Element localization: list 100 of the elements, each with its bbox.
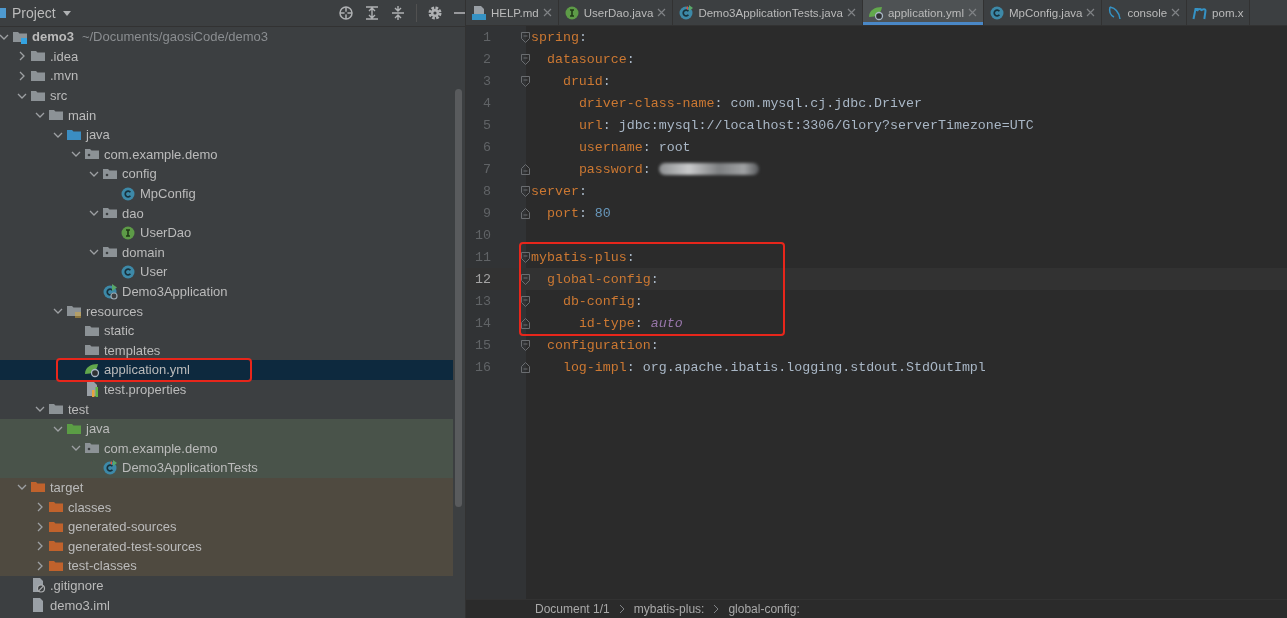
tree-item[interactable]: config [0,164,453,184]
file-icon [30,597,46,613]
panel-title[interactable]: Project [12,5,56,21]
item-name: src [50,88,68,104]
tree-item[interactable]: templates [0,340,453,361]
tree-item[interactable]: demo3 ~/Documents/gaosiCode/demo3 [0,27,453,47]
item-name: test [68,401,89,417]
panel-icon [0,6,6,20]
item-name: User [140,264,168,280]
tree-item[interactable]: test-classes [0,556,453,576]
tree-item[interactable]: test [0,399,453,419]
breadcrumb[interactable]: Document 1/1 [535,602,610,616]
tree-item[interactable]: .idea [0,46,453,67]
item-name: Demo3ApplicationTests [122,460,258,476]
code-line: mybatis-plus: [531,249,636,265]
editor-tab[interactable]: pom.x [1187,0,1251,25]
item-name: classes [68,499,112,515]
close-icon[interactable] [1086,8,1096,17]
tree-item[interactable]: java [0,124,453,145]
dropdown-caret-icon[interactable] [61,8,72,18]
tree-item[interactable]: application.yml [0,360,453,380]
scrollbar-thumb[interactable] [455,89,462,507]
console-icon [1107,4,1124,21]
settings-icon[interactable] [427,5,443,21]
tree-item[interactable]: Demo3Application [0,281,453,302]
editor-tab[interactable]: console [1102,0,1188,25]
class-icon [120,263,136,280]
fold-marker-icon[interactable] [521,75,530,87]
leaf-gear-icon [84,361,100,378]
editor-tab[interactable]: Demo3ApplicationTests.java [673,0,863,25]
fold-marker-icon[interactable] [521,295,530,307]
item-name: application.yml [104,362,190,378]
line-number: 12 [474,271,491,287]
item-name: com.example.demo [104,146,218,162]
editor-tab[interactable]: MpConfig.java [983,0,1103,25]
fold-end-icon[interactable] [521,361,530,373]
tree-item[interactable]: src [0,85,453,106]
item-name: com.example.demo [104,440,218,456]
tree-item[interactable]: MpConfig [0,183,453,204]
fold-marker-icon[interactable] [521,339,530,351]
editor-tab[interactable]: HELP.md [466,0,559,25]
code-line: server: [531,183,588,199]
tree-item[interactable]: .gitignore [0,575,453,596]
item-name: MpConfig [140,186,196,202]
fold-marker-icon[interactable] [521,53,530,65]
close-icon[interactable] [967,8,977,17]
item-name: .gitignore [50,577,104,593]
code-line: id-type: auto [577,315,684,331]
tree-item[interactable]: UserDao [0,222,453,243]
fold-end-icon[interactable] [521,163,530,175]
fold-marker-icon[interactable] [521,185,530,197]
tree-item[interactable]: Demo3ApplicationTests [0,458,453,478]
fold-marker-icon[interactable] [521,273,530,285]
code-line: global-config: [545,271,660,287]
code-line: configuration: [545,337,660,353]
fold-end-icon[interactable] [521,207,530,219]
item-name: domain [122,244,165,260]
tree-item[interactable]: static [0,320,453,341]
tree-item[interactable]: java [0,418,453,439]
fold-end-icon[interactable] [521,317,530,329]
chevron-icon [617,604,626,614]
code-line: url: jdbc:mysql://localhost:3306/Glory?serverTimezone=UTC [577,117,1035,133]
tree-item[interactable]: com.example.demo [0,144,453,165]
interface-icon [120,224,136,241]
item-name: java [86,421,110,437]
collapse-all-icon[interactable] [390,5,406,21]
editor-tab[interactable]: UserDao.java [558,0,674,25]
expand-all-icon[interactable] [364,5,380,21]
tree-item[interactable]: generated-test-sources [0,536,453,557]
tree-item[interactable]: classes [0,497,453,517]
class-icon [988,4,1005,21]
close-icon[interactable] [846,8,856,17]
fold-marker-icon[interactable] [521,31,530,43]
breadcrumb[interactable]: global-config: [728,602,800,616]
tree-item[interactable]: target [0,477,453,498]
close-icon[interactable] [657,8,667,17]
interface-icon [563,4,580,21]
close-icon[interactable] [1171,8,1181,17]
breadcrumb[interactable]: mybatis-plus: [633,602,705,616]
locate-icon[interactable] [338,5,354,21]
tree-item[interactable]: resources [0,301,453,321]
tree-item[interactable]: generated-sources [0,516,453,537]
item-name: generated-test-sources [68,538,202,554]
tree-item[interactable]: dao [0,203,453,223]
tree-item[interactable]: demo3.iml [0,595,453,615]
item-name: static [104,323,135,339]
code-line: username: root [577,139,692,155]
tree-item[interactable]: com.example.demo [0,438,453,459]
tree-item[interactable]: .mvn [0,66,453,86]
run-class-icon [102,283,118,300]
item-name: dao [122,205,144,221]
tree-item[interactable]: main [0,105,453,125]
editor-tab[interactable]: application.yml [862,0,984,25]
tree-item[interactable]: test.properties [0,379,453,400]
item-name: UserDao [140,225,192,241]
close-icon[interactable] [542,8,552,17]
fold-marker-icon[interactable] [521,251,530,263]
tree-item[interactable]: User [0,262,453,282]
item-name: java [86,127,110,143]
tree-item[interactable]: domain [0,242,453,263]
